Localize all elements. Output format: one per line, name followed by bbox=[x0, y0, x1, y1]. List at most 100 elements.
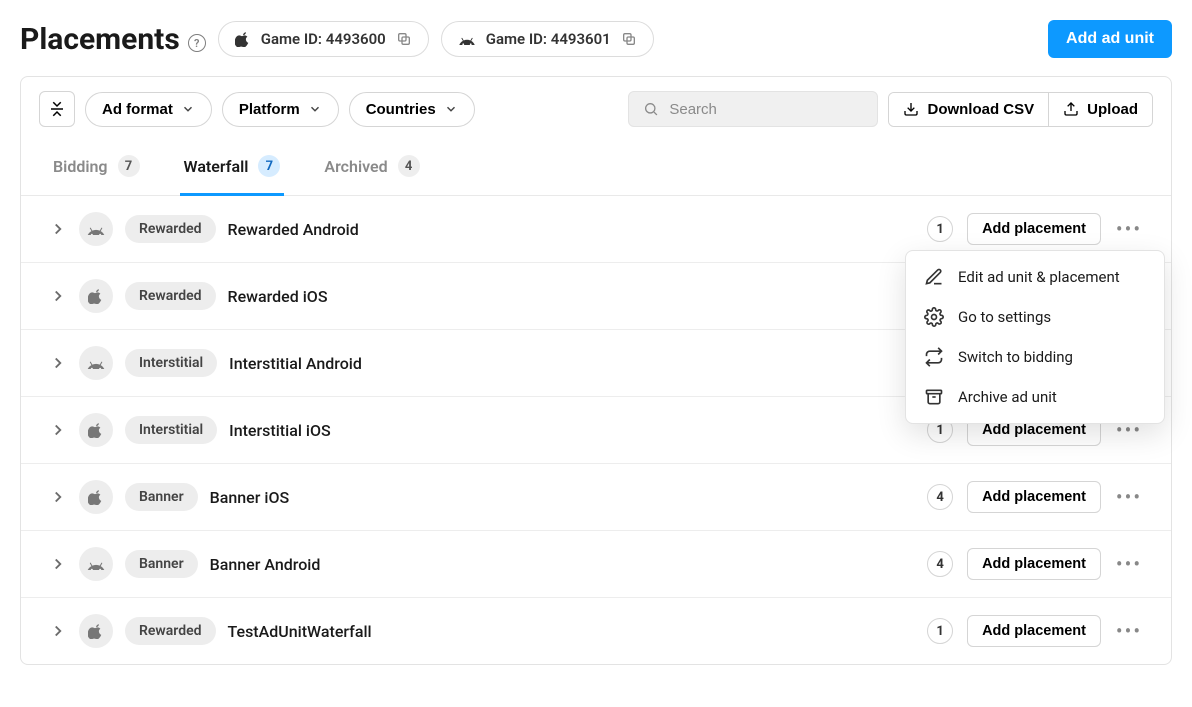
edit-ad-unit-item-label: Edit ad unit & placement bbox=[958, 268, 1120, 286]
gear-icon bbox=[924, 307, 944, 327]
pencil-icon bbox=[924, 267, 944, 287]
tab-waterfall[interactable]: Waterfall 7 bbox=[180, 141, 285, 196]
game-id-apple-label: Game ID: 4493600 bbox=[261, 30, 386, 48]
add-placement-button[interactable]: Add placement bbox=[967, 481, 1101, 513]
row-actions: 4Add placement••• bbox=[927, 548, 1143, 580]
table-row: RewardedTestAdUnitWaterfall1Add placemen… bbox=[21, 598, 1171, 664]
ad-format-filter-label: Ad format bbox=[102, 101, 173, 118]
search-input[interactable] bbox=[669, 101, 863, 118]
archive-ad-unit-item-label: Archive ad unit bbox=[958, 388, 1057, 406]
game-id-android-label: Game ID: 4493601 bbox=[486, 30, 611, 48]
more-actions-button[interactable]: ••• bbox=[1115, 483, 1143, 511]
apple-icon bbox=[88, 623, 104, 639]
expand-row-button[interactable] bbox=[49, 622, 67, 640]
help-icon[interactable]: ? bbox=[188, 34, 206, 52]
switch-icon bbox=[924, 347, 944, 367]
search-box[interactable] bbox=[628, 91, 878, 127]
tab-archived[interactable]: Archived 4 bbox=[320, 141, 423, 196]
android-icon bbox=[458, 33, 476, 45]
row-name: Interstitial Android bbox=[229, 354, 362, 373]
row-actions: 1 Add placement ••• bbox=[927, 213, 1143, 245]
android-platform-badge bbox=[79, 212, 113, 246]
add-placement-button[interactable]: Add placement bbox=[967, 213, 1101, 245]
copy-icon[interactable] bbox=[621, 31, 637, 47]
tab-waterfall-label: Waterfall bbox=[184, 157, 249, 176]
game-id-pill-apple[interactable]: Game ID: 4493600 bbox=[218, 21, 429, 57]
page-title: Placements ? bbox=[20, 22, 206, 57]
more-actions-button[interactable]: ••• bbox=[1115, 550, 1143, 578]
game-id-pill-android[interactable]: Game ID: 4493601 bbox=[441, 21, 654, 57]
format-pill: Interstitial bbox=[125, 416, 217, 444]
upload-icon bbox=[1063, 101, 1079, 117]
upload-button[interactable]: Upload bbox=[1048, 93, 1152, 126]
expand-row-button[interactable] bbox=[49, 421, 67, 439]
format-pill: Banner bbox=[125, 483, 198, 511]
tab-waterfall-count: 7 bbox=[258, 155, 280, 177]
row-name: Banner iOS bbox=[210, 488, 290, 507]
expand-row-button[interactable] bbox=[49, 555, 67, 573]
table-row: Rewarded Rewarded Android 1 Add placement ••… bbox=[21, 196, 1171, 263]
page-title-text: Placements bbox=[20, 22, 180, 57]
tabs: Bidding 7 Waterfall 7 Archived 4 bbox=[21, 141, 1171, 196]
page-header: Placements ? Game ID: 4493600 Game ID: 4… bbox=[20, 20, 1172, 58]
format-pill: Banner bbox=[125, 550, 198, 578]
tab-bidding-count: 7 bbox=[118, 155, 140, 177]
upload-label: Upload bbox=[1087, 101, 1138, 118]
platform-filter[interactable]: Platform bbox=[222, 92, 339, 127]
expand-collapse-button[interactable] bbox=[39, 91, 75, 127]
chevron-right-icon bbox=[49, 488, 67, 506]
download-csv-label: Download CSV bbox=[927, 101, 1034, 118]
apple-platform-badge bbox=[79, 480, 113, 514]
add-placement-button[interactable]: Add placement bbox=[967, 548, 1101, 580]
row-name: TestAdUnitWaterfall bbox=[228, 622, 372, 641]
countries-filter-label: Countries bbox=[366, 101, 436, 118]
add-ad-unit-button[interactable]: Add ad unit bbox=[1048, 20, 1172, 58]
chevron-right-icon bbox=[49, 287, 67, 305]
format-pill: Rewarded bbox=[125, 215, 216, 243]
countries-filter[interactable]: Countries bbox=[349, 92, 475, 127]
more-actions-button[interactable]: ••• bbox=[1115, 617, 1143, 645]
table-row: BannerBanner Android4Add placement••• bbox=[21, 531, 1171, 598]
edit-ad-unit-item[interactable]: Edit ad unit & placement bbox=[906, 257, 1164, 297]
expand-collapse-icon bbox=[48, 100, 66, 118]
archive-icon bbox=[924, 387, 944, 407]
apple-icon bbox=[88, 489, 104, 505]
rows-container: Rewarded Rewarded Android 1 Add placement ••… bbox=[21, 196, 1171, 664]
add-placement-button[interactable]: Add placement bbox=[967, 615, 1101, 647]
format-pill: Rewarded bbox=[125, 282, 216, 310]
archive-ad-unit-item[interactable]: Archive ad unit bbox=[906, 377, 1164, 417]
apple-platform-badge bbox=[79, 279, 113, 313]
apple-icon bbox=[88, 422, 104, 438]
chevron-down-icon bbox=[308, 102, 322, 116]
ad-format-filter[interactable]: Ad format bbox=[85, 92, 212, 127]
placements-panel: Ad format Platform Countries Download CS… bbox=[20, 76, 1172, 665]
download-csv-button[interactable]: Download CSV bbox=[889, 93, 1048, 126]
chevron-down-icon bbox=[444, 102, 458, 116]
expand-row-button[interactable] bbox=[49, 488, 67, 506]
tab-bidding-label: Bidding bbox=[53, 157, 108, 176]
format-pill: Interstitial bbox=[125, 349, 217, 377]
apple-platform-badge bbox=[79, 413, 113, 447]
switch-to-bidding-item[interactable]: Switch to bidding bbox=[906, 337, 1164, 377]
row-actions: 1Add placement••• bbox=[927, 615, 1143, 647]
row-actions: 4Add placement••• bbox=[927, 481, 1143, 513]
expand-row-button[interactable] bbox=[49, 287, 67, 305]
row-name: Banner Android bbox=[210, 555, 321, 574]
search-icon bbox=[643, 100, 659, 118]
chevron-right-icon bbox=[49, 555, 67, 573]
placement-count-badge: 1 bbox=[927, 216, 953, 242]
more-actions-button[interactable]: ••• bbox=[1115, 215, 1143, 243]
row-name: Rewarded Android bbox=[228, 220, 359, 239]
format-pill: Rewarded bbox=[125, 617, 216, 645]
apple-icon bbox=[88, 288, 104, 304]
chevron-right-icon bbox=[49, 421, 67, 439]
go-to-settings-item[interactable]: Go to settings bbox=[906, 297, 1164, 337]
expand-row-button[interactable] bbox=[49, 220, 67, 238]
expand-row-button[interactable] bbox=[49, 354, 67, 372]
tab-bidding[interactable]: Bidding 7 bbox=[49, 141, 144, 196]
chevron-right-icon bbox=[49, 220, 67, 238]
row-name: Rewarded iOS bbox=[228, 287, 328, 306]
platform-filter-label: Platform bbox=[239, 101, 300, 118]
copy-icon[interactable] bbox=[396, 31, 412, 47]
android-platform-badge bbox=[79, 547, 113, 581]
